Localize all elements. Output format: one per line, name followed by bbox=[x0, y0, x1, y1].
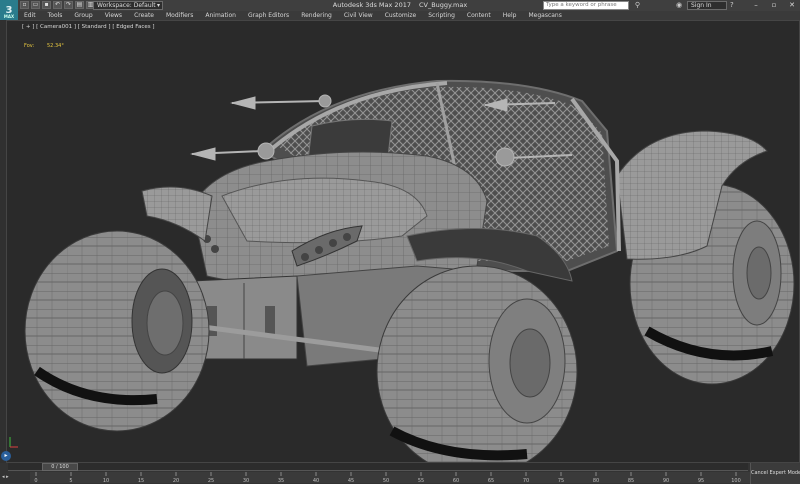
search-icon[interactable]: ⚲ bbox=[633, 1, 642, 10]
maxscript-mini-listener-icon[interactable]: ▸ bbox=[1, 451, 11, 461]
redo-icon[interactable]: ↷ bbox=[64, 1, 73, 9]
track-tick-label: 15 bbox=[138, 478, 144, 483]
fov-value: 52.34° bbox=[47, 43, 64, 49]
menu-item-modifiers[interactable]: Modifiers bbox=[160, 11, 199, 20]
workspace-dropdown[interactable]: Workspace: Default bbox=[93, 1, 163, 10]
track-tick-label: 5 bbox=[69, 478, 72, 483]
timeline-area: 0 / 100 ◂ ▸ 0 5 10 15 20 25 30 35 40 45 50 55 60 65 70… bbox=[0, 463, 800, 484]
menu-item-scripting[interactable]: Scripting bbox=[422, 11, 461, 20]
app-window: Autodesk 3ds Max 2017 CV_Buggy.max ▫ ▭ ▪ … bbox=[0, 0, 800, 484]
menu-item-animation[interactable]: Animation bbox=[199, 11, 242, 20]
menu-item-civil-view[interactable]: Civil View bbox=[338, 11, 379, 20]
track-tick-label: 65 bbox=[488, 478, 494, 483]
track-tick-label: 30 bbox=[243, 478, 249, 483]
track-tick-label: 85 bbox=[628, 478, 634, 483]
viewport-label[interactable]: [ + ] [ Camera001 ] [ Standard ] [ Edged… bbox=[22, 24, 155, 30]
buggy-wireframe-model bbox=[24, 79, 795, 462]
time-slider-thumb[interactable]: 0 / 100 bbox=[42, 463, 78, 471]
track-tick-label: 60 bbox=[453, 478, 459, 483]
track-ruler: 0 5 10 15 20 25 30 35 40 45 50 55 60 65 70 75 80 85 90 95 10… bbox=[34, 472, 741, 483]
track-bar[interactable]: 0 5 10 15 20 25 30 35 40 45 50 55 60 65 70 75 80 85 90 95 10… bbox=[30, 472, 750, 483]
close-icon[interactable]: ✕ bbox=[784, 0, 800, 11]
track-tick-label: 80 bbox=[593, 478, 599, 483]
menu-item-graph-editors[interactable]: Graph Editors bbox=[242, 11, 295, 20]
track-tick-label: 35 bbox=[278, 478, 284, 483]
camera-viewport[interactable]: [ + ] [ Camera001 ] [ Standard ] [ Edged… bbox=[6, 20, 800, 463]
menu-item-help[interactable]: Help bbox=[497, 11, 523, 20]
menu-item-create[interactable]: Create bbox=[128, 11, 160, 20]
new-file-icon[interactable]: ▫ bbox=[20, 1, 29, 9]
app-logo[interactable]: 3 MAX bbox=[0, 0, 18, 20]
menu-item-edit[interactable]: Edit bbox=[18, 11, 42, 20]
menu-item-tools[interactable]: Tools bbox=[42, 11, 69, 20]
cancel-expert-mode-button[interactable]: Cancel Expert Mode bbox=[750, 463, 800, 484]
track-tick-label: 95 bbox=[698, 478, 704, 483]
menu-item-content[interactable]: Content bbox=[461, 11, 497, 20]
search-input[interactable]: Type a keyword or phrase bbox=[543, 1, 629, 10]
menu-bar: Edit Tools Group Views Create Modifiers Animat… bbox=[18, 11, 800, 20]
fov-label: Fov: bbox=[24, 43, 35, 49]
axis-tripod-icon bbox=[9, 437, 18, 448]
track-tick-label: 75 bbox=[558, 478, 564, 483]
front-left-wheel bbox=[24, 230, 210, 432]
front-right-wheel bbox=[376, 265, 578, 462]
undo-icon[interactable]: ↶ bbox=[53, 1, 62, 9]
track-tick-label: 20 bbox=[173, 478, 179, 483]
track-tick-label: 40 bbox=[313, 478, 319, 483]
track-tick-label: 45 bbox=[348, 478, 354, 483]
open-file-icon[interactable]: ▭ bbox=[31, 1, 40, 9]
sign-in-dropdown[interactable]: Sign In bbox=[687, 1, 727, 10]
track-tick-label: 25 bbox=[208, 478, 214, 483]
track-tick-label: 50 bbox=[383, 478, 389, 483]
save-icon[interactable]: ▪ bbox=[42, 1, 51, 9]
menu-item-megascans[interactable]: Megascans bbox=[522, 11, 567, 20]
menu-item-customize[interactable]: Customize bbox=[379, 11, 423, 20]
user-icon: ◉ bbox=[676, 1, 683, 9]
quick-access-toolbar: ▫ ▭ ▪ ↶ ↷ ▤ ▥ bbox=[20, 1, 95, 9]
front-left-fender bbox=[141, 186, 213, 242]
menu-item-views[interactable]: Views bbox=[99, 11, 128, 20]
maximize-icon[interactable]: ▫ bbox=[766, 0, 782, 11]
menu-item-rendering[interactable]: Rendering bbox=[295, 11, 338, 20]
file-name: CV_Buggy.max bbox=[418, 1, 468, 9]
track-tick-label: 70 bbox=[523, 478, 529, 483]
track-tick-label: 0 bbox=[34, 478, 37, 483]
toggle-trackbar-button[interactable]: ◂ ▸ bbox=[2, 472, 28, 483]
menu-item-group[interactable]: Group bbox=[68, 11, 98, 20]
title-bar: Autodesk 3ds Max 2017 CV_Buggy.max ▫ ▭ ▪ … bbox=[0, 0, 800, 11]
help-icon[interactable]: ? bbox=[730, 1, 734, 9]
track-tick-label: 10 bbox=[103, 478, 109, 483]
track-tick-label: 55 bbox=[418, 478, 424, 483]
track-tick-label: 90 bbox=[663, 478, 669, 483]
project-folder-icon[interactable]: ▤ bbox=[75, 1, 84, 9]
time-slider-track[interactable]: 0 / 100 bbox=[8, 463, 748, 471]
app-title: Autodesk 3ds Max 2017 bbox=[332, 1, 411, 9]
track-tick-label: 100 bbox=[731, 478, 741, 483]
minimize-icon[interactable]: – bbox=[748, 0, 764, 11]
